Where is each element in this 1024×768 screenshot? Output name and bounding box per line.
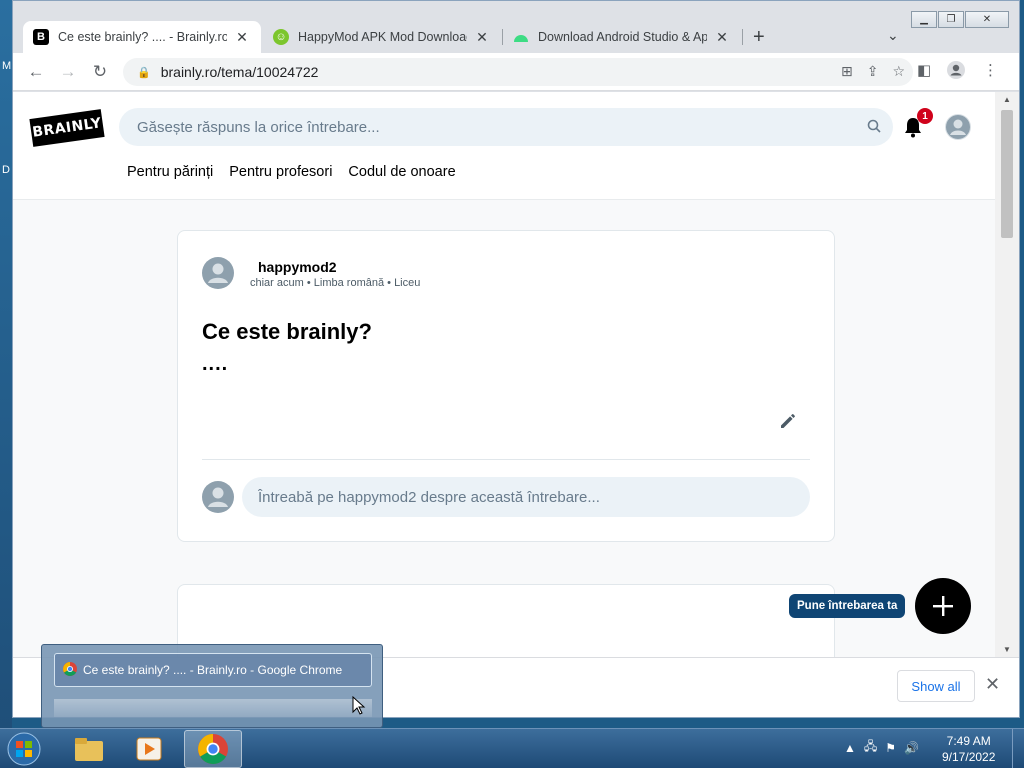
clock-time: 7:49 AM xyxy=(946,734,991,748)
chrome-icon xyxy=(63,661,77,679)
window-controls: ▁ ❐ ✕ xyxy=(910,11,1009,28)
lock-icon[interactable]: 🔒 xyxy=(137,66,151,79)
folder-icon xyxy=(75,738,103,761)
plus-icon xyxy=(933,596,953,616)
share-icon[interactable]: ⇪ xyxy=(867,63,879,80)
brainly-page: BRAINLY 1 Pentru părinți Pentru profesor… xyxy=(13,92,996,657)
brainly-favicon-icon: B xyxy=(33,29,49,45)
close-window-button[interactable]: ✕ xyxy=(965,11,1009,28)
ask-question-label[interactable]: Pune întrebarea ta xyxy=(789,594,906,618)
desktop-icon-label: D xyxy=(2,164,10,176)
profile-avatar-icon[interactable] xyxy=(947,61,965,83)
edit-pencil-icon[interactable] xyxy=(778,411,798,434)
brainly-logo[interactable]: BRAINLY xyxy=(29,109,105,147)
question-subject[interactable]: Limba română xyxy=(314,277,384,289)
close-tab-icon[interactable]: ✕ xyxy=(473,29,491,46)
action-center-flag-icon[interactable]: ⚑ xyxy=(885,741,896,755)
scroll-thumb[interactable] xyxy=(1001,110,1013,238)
preview-title-text: Ce este brainly? .... - Brainly.ro - Goo… xyxy=(83,663,343,677)
new-tab-button[interactable]: + xyxy=(753,27,765,47)
question-level: Liceu xyxy=(394,277,421,289)
tab-strip: B Ce este brainly? .... - Brainly.ro ✕ ☺… xyxy=(13,1,1019,53)
tab-happymod[interactable]: ☺ HappyMod APK Mod Download ✕ xyxy=(263,21,501,53)
taskbar-thumbnail-preview: Ce este brainly? .... - Brainly.ro - Goo… xyxy=(41,644,383,728)
author-name[interactable]: happymod2 xyxy=(258,259,337,275)
question-card: happymod2 chiar acum • Limba română • Li… xyxy=(177,230,835,542)
mouse-cursor-icon xyxy=(352,695,366,719)
current-user-avatar xyxy=(202,481,234,516)
scroll-down-arrow-icon[interactable]: ▼ xyxy=(1003,645,1011,654)
tab-search-chevron-icon[interactable]: ⌄ xyxy=(887,27,899,44)
site-nav: Pentru părinți Pentru profesori Codul de… xyxy=(127,164,456,180)
search-bar[interactable] xyxy=(119,108,893,146)
close-tab-icon[interactable]: ✕ xyxy=(713,29,731,46)
volume-icon[interactable]: 🔊 xyxy=(904,741,919,755)
question-time: chiar acum xyxy=(250,277,304,289)
card-divider xyxy=(202,459,810,460)
bookmark-star-icon[interactable]: ☆ xyxy=(892,63,905,80)
nav-link-teachers[interactable]: Pentru profesori xyxy=(229,164,332,180)
question-title: Ce este brainly? xyxy=(202,319,372,344)
back-button[interactable]: ← xyxy=(25,61,47,83)
site-header: BRAINLY 1 Pentru părinți Pentru profesor… xyxy=(13,92,996,200)
question-body: .... xyxy=(202,353,229,375)
show-hidden-icons-icon[interactable]: ▲ xyxy=(844,741,856,755)
ask-author-input[interactable] xyxy=(258,488,798,506)
system-tray: ▲ 🖧 ⚑ 🔊 xyxy=(844,737,919,758)
side-panel-icon[interactable]: ◧ xyxy=(917,61,931,79)
page-scrollbar[interactable]: ▲ ▼ xyxy=(995,92,1019,657)
notification-count-badge: 1 xyxy=(917,108,933,124)
omnibox-actions: ⊞ ⇪ ☆ xyxy=(841,63,905,80)
chrome-icon xyxy=(198,734,228,764)
clock-date: 9/17/2022 xyxy=(942,750,996,764)
windows-taskbar: ▲ 🖧 ⚑ 🔊 7:49 AM 9/17/2022 xyxy=(0,728,1024,768)
network-icon[interactable]: 🖧 xyxy=(864,737,877,758)
close-download-bar-icon[interactable]: ✕ xyxy=(985,674,1000,695)
taskbar-media-player[interactable] xyxy=(120,730,178,768)
question-meta: chiar acum • Limba română • Liceu xyxy=(250,277,421,289)
tab-title: HappyMod APK Mod Download xyxy=(298,30,467,44)
author-avatar[interactable] xyxy=(202,257,234,292)
translate-icon[interactable]: ⊞ xyxy=(841,63,853,80)
close-tab-icon[interactable]: ✕ xyxy=(233,29,251,46)
tab-title: Ce este brainly? .... - Brainly.ro xyxy=(58,30,227,44)
user-avatar-icon[interactable] xyxy=(945,114,971,143)
search-icon[interactable] xyxy=(867,119,881,136)
url-text: brainly.ro/tema/10024722 xyxy=(160,64,319,80)
ask-question-button[interactable] xyxy=(915,578,971,634)
media-player-icon xyxy=(136,737,162,761)
tab-separator xyxy=(742,29,743,45)
browser-toolbar: ← → ↻ 🔒 brainly.ro/tema/10024722 ⊞ ⇪ ☆ ◧… xyxy=(13,53,1019,91)
show-all-downloads-button[interactable]: Show all xyxy=(897,670,975,702)
search-input[interactable] xyxy=(137,118,837,136)
system-clock[interactable]: 7:49 AM 9/17/2022 xyxy=(942,733,995,765)
nav-link-parents[interactable]: Pentru părinți xyxy=(127,164,213,180)
start-button[interactable] xyxy=(4,730,44,768)
show-desktop-button[interactable] xyxy=(1012,729,1024,768)
restore-button[interactable]: ❐ xyxy=(938,11,964,28)
chrome-window: B Ce este brainly? .... - Brainly.ro ✕ ☺… xyxy=(12,0,1020,718)
scroll-up-arrow-icon[interactable]: ▲ xyxy=(1003,95,1011,104)
forward-button[interactable]: → xyxy=(57,61,79,83)
tab-android-studio[interactable]: Download Android Studio & App ✕ xyxy=(503,21,741,53)
chrome-menu-icon[interactable]: ⋮ xyxy=(983,61,998,79)
desktop-background: M D xyxy=(0,0,12,728)
taskbar-explorer[interactable] xyxy=(60,730,118,768)
tab-title: Download Android Studio & App xyxy=(538,30,707,44)
happymod-favicon-icon: ☺ xyxy=(273,29,289,45)
tab-brainly[interactable]: B Ce este brainly? .... - Brainly.ro ✕ xyxy=(23,21,261,53)
nav-link-honor-code[interactable]: Codul de onoare xyxy=(348,164,455,180)
desktop-icon-label: M xyxy=(2,60,12,72)
ask-author-field[interactable] xyxy=(242,477,810,517)
preview-window-title[interactable]: Ce este brainly? .... - Brainly.ro - Goo… xyxy=(54,653,372,687)
minimize-button[interactable]: ▁ xyxy=(911,11,937,28)
android-favicon-icon xyxy=(513,29,529,45)
preview-thumbnail[interactable] xyxy=(54,699,372,717)
taskbar-chrome[interactable] xyxy=(184,730,242,768)
address-bar[interactable]: 🔒 brainly.ro/tema/10024722 ⊞ ⇪ ☆ xyxy=(123,58,913,86)
reload-button[interactable]: ↻ xyxy=(89,61,111,83)
